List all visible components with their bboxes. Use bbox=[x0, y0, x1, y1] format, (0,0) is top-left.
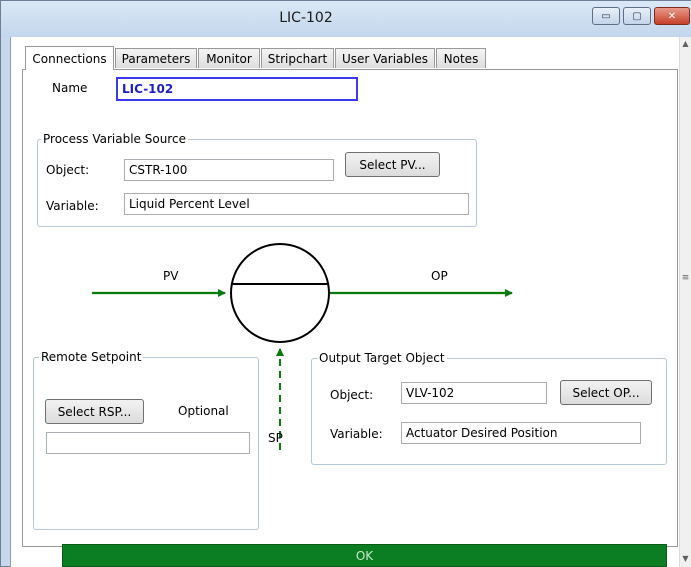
rsp-field[interactable] bbox=[46, 432, 250, 454]
ok-label: OK bbox=[355, 548, 374, 563]
vertical-scrollbar[interactable]: ▲ ≡ ▼ bbox=[679, 37, 691, 567]
name-label: Name bbox=[52, 81, 88, 95]
op-variable-label: Variable: bbox=[330, 427, 383, 441]
pv-source-title: Process Variable Source bbox=[41, 132, 188, 146]
close-button[interactable]: ✕ bbox=[654, 7, 690, 25]
op-object-field[interactable]: VLV-102 bbox=[401, 382, 547, 404]
output-target-title: Output Target Object bbox=[317, 351, 447, 365]
op-variable-field[interactable]: Actuator Desired Position bbox=[401, 422, 641, 444]
scroll-up-icon[interactable]: ▲ bbox=[680, 39, 691, 48]
optional-label: Optional bbox=[178, 404, 229, 418]
select-rsp-button[interactable]: Select RSP... bbox=[45, 399, 144, 424]
tab-label: Connections bbox=[32, 51, 107, 66]
tab-stripchart[interactable]: Stripchart bbox=[261, 48, 334, 68]
minimize-icon: ▭ bbox=[601, 10, 611, 22]
tab-label: Monitor bbox=[206, 51, 252, 66]
tab-connections[interactable]: Connections bbox=[25, 46, 114, 70]
tab-user-variables[interactable]: User Variables bbox=[335, 48, 435, 68]
maximize-icon: ▢ bbox=[632, 10, 642, 22]
pv-object-label: Object: bbox=[46, 163, 90, 177]
select-pv-button[interactable]: Select PV... bbox=[345, 152, 440, 177]
tab-label: Notes bbox=[443, 51, 479, 66]
output-target-group bbox=[311, 358, 667, 465]
tab-label: Parameters bbox=[121, 51, 191, 66]
pv-object-field[interactable]: CSTR-100 bbox=[124, 159, 334, 181]
connections-panel: Name LIC-102 Process Variable Source Obj… bbox=[22, 69, 678, 547]
tab-notes[interactable]: Notes bbox=[436, 48, 486, 68]
close-icon: ✕ bbox=[667, 10, 677, 22]
tab-monitor[interactable]: Monitor bbox=[198, 48, 260, 68]
remote-setpoint-title: Remote Setpoint bbox=[39, 350, 144, 364]
op-object-label: Object: bbox=[330, 388, 374, 402]
tab-label: Stripchart bbox=[267, 51, 328, 66]
title-bar[interactable]: LIC-102 ▭ ▢ ✕ bbox=[1, 1, 691, 37]
tab-parameters[interactable]: Parameters bbox=[115, 48, 197, 68]
pv-variable-field[interactable]: Liquid Percent Level bbox=[124, 193, 469, 215]
pv-variable-label: Variable: bbox=[46, 199, 99, 213]
minimize-button[interactable]: ▭ bbox=[592, 7, 620, 25]
select-op-button[interactable]: Select OP... bbox=[560, 380, 652, 405]
name-field[interactable]: LIC-102 bbox=[116, 77, 358, 101]
ok-button[interactable]: OK bbox=[62, 544, 667, 567]
maximize-button[interactable]: ▢ bbox=[623, 7, 651, 25]
scroll-grip-icon[interactable]: ≡ bbox=[680, 273, 691, 283]
scroll-down-icon[interactable]: ▼ bbox=[680, 554, 691, 563]
window-title: LIC-102 bbox=[279, 10, 333, 26]
tab-label: User Variables bbox=[341, 51, 428, 66]
